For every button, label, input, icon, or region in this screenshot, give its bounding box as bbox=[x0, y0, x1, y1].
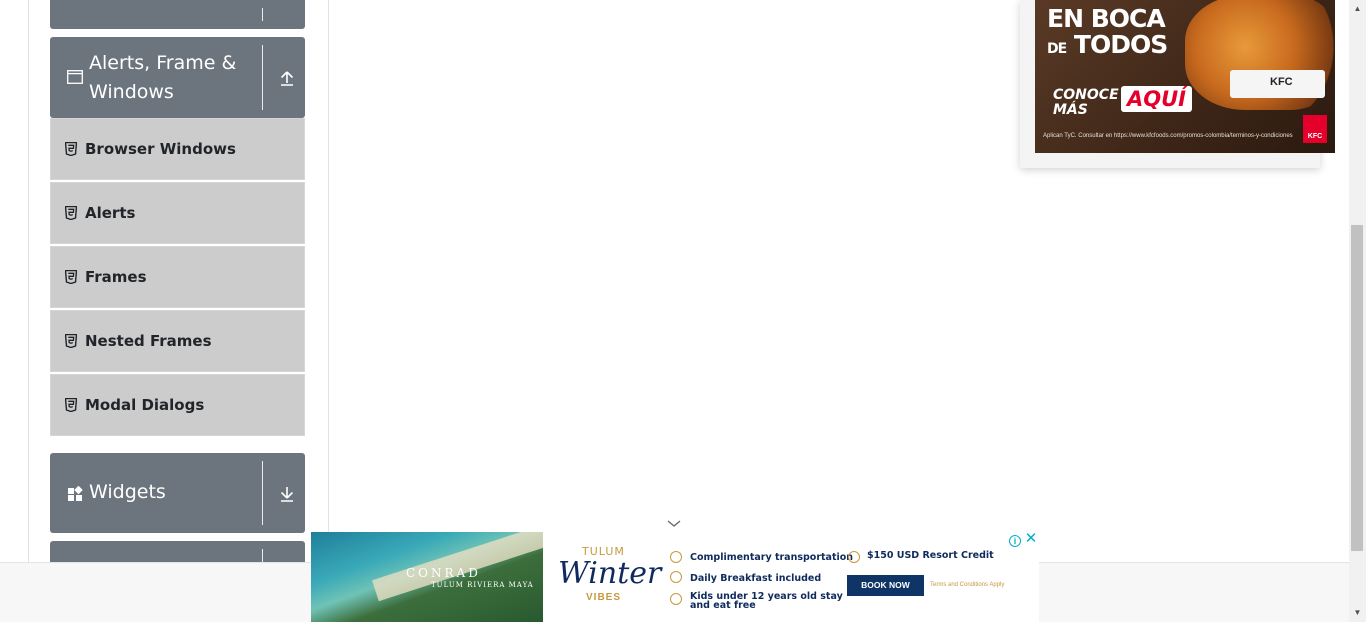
hotel-brand-sub: TULUM RIVIERA MAYA bbox=[431, 581, 534, 589]
html5-icon bbox=[64, 269, 78, 285]
resort-aerial-image: CONRAD TULUM RIVIERA MAYA bbox=[311, 532, 543, 622]
kfc-bucket: KFC bbox=[1230, 70, 1325, 98]
credit-icon bbox=[848, 551, 860, 563]
kfc-logo-text: KFC bbox=[1307, 133, 1323, 140]
html5-icon bbox=[64, 205, 78, 221]
page-left-border bbox=[28, 0, 29, 562]
menu-item-browser-windows[interactable]: Browser Windows bbox=[50, 118, 305, 180]
ad-headline: EN BOCA DE TODOS bbox=[1047, 4, 1168, 62]
ad-headline-line1: EN BOCA bbox=[1047, 4, 1166, 33]
widgets-icon bbox=[67, 485, 83, 507]
menu-item-nested-frames[interactable]: Nested Frames bbox=[50, 310, 305, 372]
sidebar-right-border bbox=[328, 0, 329, 562]
ad-legal-text: Aplican TyC. Consultar en https://www.kf… bbox=[1043, 133, 1293, 139]
perk-breakfast: Daily Breakfast included bbox=[690, 573, 822, 584]
kids-icon bbox=[670, 593, 682, 605]
menu-item-alerts[interactable]: Alerts bbox=[50, 182, 305, 244]
group-divider bbox=[262, 461, 263, 525]
window-icon bbox=[67, 70, 83, 89]
ad-headline-small: DE bbox=[1047, 41, 1067, 57]
scroll-down-icon[interactable]: ▼ bbox=[1353, 608, 1362, 617]
kfc-logo: KFC bbox=[1303, 115, 1327, 143]
alerts-frame-windows-menu: Browser Windows Alerts Frames Nested Fra… bbox=[50, 118, 305, 438]
arrow-down-icon[interactable] bbox=[278, 485, 296, 503]
menu-item-label: Modal Dialogs bbox=[85, 396, 205, 414]
menu-item-label: Nested Frames bbox=[85, 332, 212, 350]
campaign-winter: Winter bbox=[558, 556, 662, 591]
ad-cta-button[interactable]: AQUÍ bbox=[1121, 86, 1192, 112]
menu-item-frames[interactable]: Frames bbox=[50, 246, 305, 308]
ad-cta-text: CONOCE MÁS bbox=[1053, 88, 1119, 118]
menu-item-label: Frames bbox=[85, 268, 147, 286]
scroll-up-icon[interactable]: ▲ bbox=[1353, 4, 1362, 13]
ad-cta-line2: MÁS bbox=[1053, 102, 1088, 118]
perk-kids-line2: and eat free bbox=[690, 600, 756, 611]
vertical-scrollbar[interactable]: ▲ ▼ bbox=[1349, 0, 1366, 622]
kfc-bucket-label: KFC bbox=[1270, 76, 1293, 88]
group-title: Alerts, Frame & Windows bbox=[89, 52, 237, 103]
chevron-down-icon[interactable] bbox=[664, 517, 684, 529]
top-advertisement[interactable]: EN BOCA DE TODOS KFC CONOCE MÁS AQUÍ Apl… bbox=[1020, 0, 1335, 168]
group-title: Widgets bbox=[89, 481, 166, 503]
close-icon[interactable]: ✕ bbox=[1024, 531, 1038, 546]
html5-icon bbox=[64, 333, 78, 349]
arrow-up-icon[interactable] bbox=[278, 69, 296, 87]
hotel-brand: CONRAD bbox=[406, 566, 481, 580]
kfc-banner[interactable]: EN BOCA DE TODOS KFC CONOCE MÁS AQUÍ Apl… bbox=[1035, 0, 1335, 153]
group-header-widgets[interactable]: Widgets bbox=[50, 453, 305, 533]
perk-transportation: Complimentary transportation bbox=[690, 552, 854, 563]
menu-item-label: Browser Windows bbox=[85, 140, 236, 158]
group-divider bbox=[262, 549, 263, 563]
shuttle-icon bbox=[670, 551, 682, 563]
breakfast-icon bbox=[670, 571, 682, 583]
group-header-previous[interactable] bbox=[50, 0, 305, 29]
terms-link[interactable]: Terms and Conditions Apply bbox=[930, 582, 1004, 588]
group-divider bbox=[262, 8, 263, 21]
html5-icon bbox=[64, 141, 78, 157]
book-now-button[interactable]: BOOK NOW bbox=[847, 575, 924, 596]
ad-cta-line1: CONOCE bbox=[1053, 87, 1119, 103]
html5-icon bbox=[64, 397, 78, 413]
perk-resort-credit: $150 USD Resort Credit bbox=[867, 550, 994, 561]
campaign-vibes: VIBES bbox=[586, 592, 622, 603]
menu-item-modal-dialogs[interactable]: Modal Dialogs bbox=[50, 374, 305, 436]
menu-item-label: Alerts bbox=[85, 204, 136, 222]
group-header-alerts-frame-windows[interactable]: Alerts, Frame & Windows bbox=[50, 37, 305, 118]
group-divider bbox=[262, 45, 263, 110]
scrollbar-thumb[interactable] bbox=[1351, 225, 1363, 551]
ad-headline-line2: TODOS bbox=[1073, 30, 1168, 59]
bottom-advertisement[interactable]: CONRAD TULUM RIVIERA MAYA TULUM Winter V… bbox=[311, 531, 1039, 622]
info-icon[interactable]: i bbox=[1009, 535, 1021, 547]
